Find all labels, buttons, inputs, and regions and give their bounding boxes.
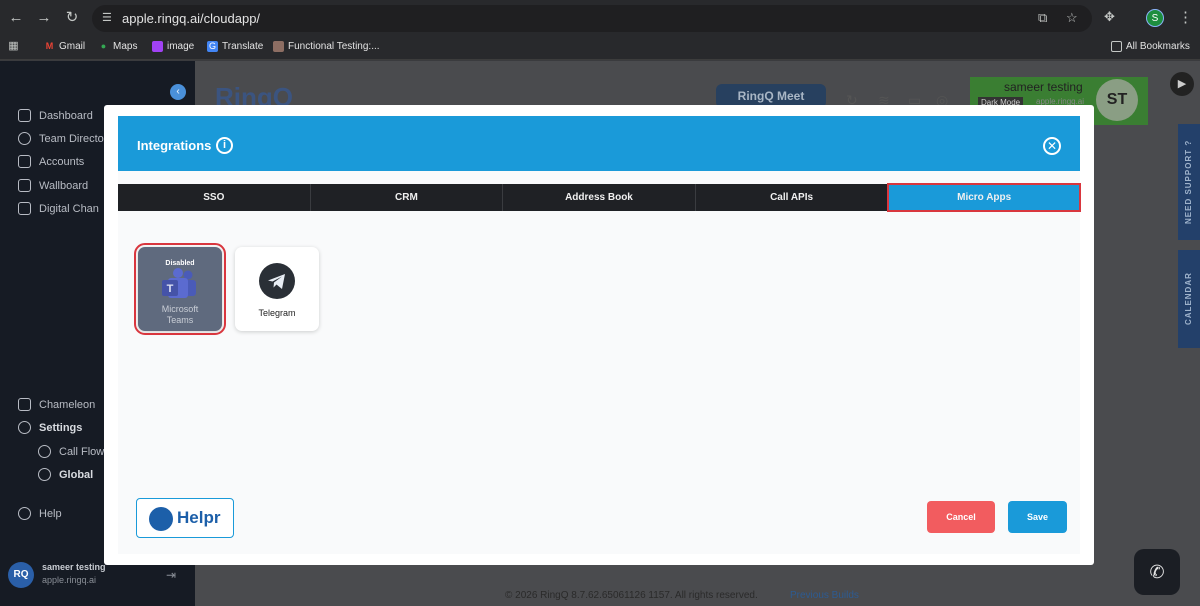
app-tile-telegram[interactable]: Telegram [235, 247, 319, 331]
sidebar-item-global[interactable]: Global [38, 468, 93, 481]
gmail-icon: M [45, 41, 54, 51]
sidebar-item-wallboard[interactable]: Wallboard [18, 179, 88, 192]
app-name: Microsoft Teams [161, 304, 199, 325]
bookmark-translate[interactable]: G Translate [207, 41, 263, 52]
helpr-label: Helpr [177, 508, 221, 527]
bookmark-gmail[interactable]: M Gmail [44, 41, 85, 52]
user-name: sameer testing [1004, 80, 1083, 94]
apps-grid-icon[interactable]: ▦ [8, 41, 19, 52]
dashboard-icon [18, 109, 31, 122]
globe-icon [38, 468, 51, 481]
svg-text:T: T [167, 283, 174, 295]
previous-builds-link[interactable]: Previous Builds [790, 590, 859, 601]
bookmark-functional-testing[interactable]: Functional Testing:... [273, 41, 380, 52]
page-icon [273, 41, 284, 52]
tab-sso[interactable]: SSO [118, 184, 311, 211]
integration-tabs: SSO CRM Address Book Call APIs Micro App… [118, 183, 1081, 212]
reload-icon[interactable]: ↻ [62, 8, 82, 28]
tab-address-book[interactable]: Address Book [503, 184, 696, 211]
phone-icon[interactable]: ✆ [1134, 549, 1180, 595]
bookmark-maps[interactable]: ● Maps [98, 41, 138, 52]
calendar-tab[interactable]: CALENDAR [1178, 250, 1200, 348]
chat-icon [18, 202, 31, 215]
sidebar-item-accounts[interactable]: Accounts [18, 155, 84, 168]
user-icon [18, 132, 31, 145]
video-camera-icon[interactable]: ▶ [1170, 72, 1194, 96]
gear-icon [18, 421, 31, 434]
modal-header: Integrations i ✕ [118, 116, 1080, 171]
helpr-chat-icon [149, 507, 173, 531]
browser-toolbar: ← → ↻ ☰ apple.ringq.ai/cloudapp/ ⧉ ☆ ✥ S… [0, 0, 1200, 36]
disabled-badge: Disabled [165, 260, 195, 267]
tab-micro-apps[interactable]: Micro Apps [887, 183, 1081, 212]
profile-avatar[interactable]: S [1146, 9, 1164, 27]
site-info-icon[interactable]: ☰ [102, 11, 112, 24]
address-bar[interactable]: ☰ apple.ringq.ai/cloudapp/ ⧉ ☆ [92, 5, 1092, 32]
sidebar-item-dashboard[interactable]: Dashboard [18, 109, 93, 122]
cancel-button[interactable]: Cancel [927, 501, 995, 533]
url-text[interactable]: apple.ringq.ai/cloudapp/ [122, 11, 260, 26]
sidebar-item-call-flow[interactable]: Call Flow [38, 445, 104, 458]
bookmark-star-icon[interactable]: ☆ [1066, 10, 1078, 26]
folder-icon [1111, 41, 1122, 52]
wallboard-icon [18, 179, 31, 192]
sidebar-user-name: sameer testing [42, 562, 106, 572]
back-icon[interactable]: ← [6, 8, 26, 28]
modal-title: Integrations [137, 138, 212, 153]
accounts-icon [18, 155, 31, 168]
microsoft-teams-icon: T [162, 268, 196, 298]
sidebar-item-chameleon[interactable]: Chameleon [18, 398, 95, 411]
install-app-icon[interactable]: ⧉ [1038, 10, 1047, 26]
sidebar-item-team-directory[interactable]: Team Directo [18, 132, 104, 145]
avatar: RQ [8, 562, 34, 588]
collapse-sidebar-icon[interactable]: ‹ [170, 84, 186, 100]
tab-crm[interactable]: CRM [310, 184, 504, 211]
translate-icon: G [207, 41, 218, 52]
all-bookmarks[interactable]: All Bookmarks [1111, 41, 1190, 52]
call-flow-icon [38, 445, 51, 458]
browser-menu-icon[interactable]: ⋮ [1178, 8, 1193, 26]
image-icon [152, 41, 163, 52]
sidebar-item-settings[interactable]: Settings [18, 421, 82, 434]
sidebar-item-help[interactable]: Help [18, 507, 62, 520]
sidebar-user-domain: apple.ringq.ai [42, 575, 97, 585]
app-name: Telegram [258, 308, 296, 318]
save-button[interactable]: Save [1008, 501, 1067, 533]
need-support-tab[interactable]: NEED SUPPORT ? [1178, 124, 1200, 240]
extensions-icon[interactable]: ✥ [1104, 9, 1115, 25]
phone-device-icon [18, 398, 31, 411]
app-tile-microsoft-teams[interactable]: Disabled T Microsoft Teams [134, 243, 226, 335]
modal-body: Integrations i ✕ SSO CRM Address Book Ca… [118, 116, 1081, 554]
maps-icon: ● [100, 41, 107, 51]
integrations-modal: Integrations i ✕ SSO CRM Address Book Ca… [104, 105, 1094, 565]
info-icon[interactable]: i [216, 137, 233, 154]
bookmarks-bar: ▦ M Gmail ● Maps image G Translate Function… [0, 36, 1200, 60]
close-icon[interactable]: ✕ [1043, 137, 1061, 155]
help-icon [18, 507, 31, 520]
forward-icon[interactable]: → [34, 8, 54, 28]
sidebar-item-digital-channels[interactable]: Digital Chan [18, 202, 99, 215]
avatar[interactable]: ST [1096, 79, 1138, 121]
helpr-button[interactable]: Helpr [136, 498, 234, 538]
telegram-icon [259, 263, 295, 299]
footer-copyright: © 2026 RingQ 8.7.62.65061126 1157. All r… [505, 590, 758, 601]
logout-icon[interactable]: ⇥ [166, 568, 176, 582]
bookmark-image[interactable]: image [152, 41, 194, 52]
tab-call-apis[interactable]: Call APIs [695, 184, 889, 211]
